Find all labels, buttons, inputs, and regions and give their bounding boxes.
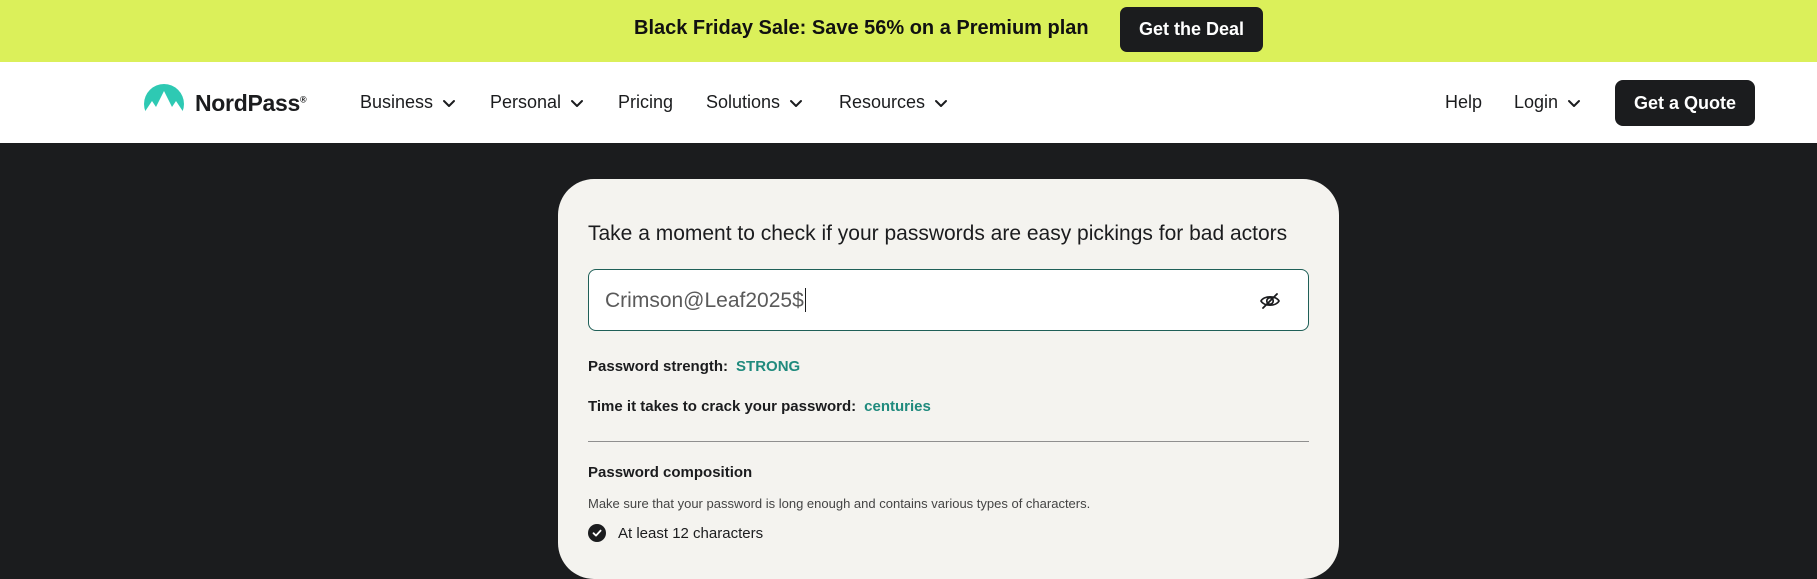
text-caret [804, 288, 806, 312]
divider [588, 441, 1309, 442]
criteria-label: At least 12 characters [618, 524, 764, 542]
chevron-down-icon [443, 99, 456, 107]
password-input[interactable]: Crimson@Leaf2025$ [588, 269, 1309, 331]
nav-pricing-label: Pricing [618, 92, 674, 112]
nav-solutions[interactable]: Solutions [706, 92, 803, 113]
crack-time-value: centuries [864, 398, 931, 415]
promo-banner: Black Friday Sale: Save 56% on a Premium… [0, 0, 1817, 62]
crack-time-label: Time it takes to crack your password: [588, 398, 857, 415]
get-the-deal-button[interactable]: Get the Deal [1120, 7, 1263, 52]
composition-title: Password composition [588, 464, 753, 481]
chevron-down-icon [935, 99, 948, 107]
nav-business[interactable]: Business [360, 92, 456, 113]
criteria-item: At least 12 characters [588, 524, 763, 542]
nav-resources-label: Resources [839, 92, 926, 112]
brand-name: NordPass® [195, 89, 307, 116]
nav-business-label: Business [360, 92, 434, 112]
strength-value: STRONG [736, 358, 801, 375]
nav-pricing[interactable]: Pricing [618, 92, 673, 113]
check-circle-icon [588, 524, 606, 542]
strength-row: Password strength: STRONG [588, 358, 800, 375]
nav-help[interactable]: Help [1445, 92, 1482, 113]
top-navigation: NordPass® Business Personal Pricing Solu… [0, 62, 1817, 143]
nav-resources[interactable]: Resources [839, 92, 948, 113]
nav-help-label: Help [1445, 92, 1483, 112]
get-a-quote-button[interactable]: Get a Quote [1615, 80, 1755, 126]
nav-personal[interactable]: Personal [490, 92, 584, 113]
nordpass-logo-icon [141, 83, 187, 123]
chevron-down-icon [1568, 99, 1581, 107]
nav-login-label: Login [1514, 92, 1559, 112]
chevron-down-icon [790, 99, 803, 107]
nav-login[interactable]: Login [1514, 92, 1581, 113]
crack-time-row: Time it takes to crack your password: cen… [588, 398, 931, 415]
eye-slash-icon[interactable] [1259, 290, 1281, 312]
strength-label: Password strength: [588, 358, 729, 375]
nav-solutions-label: Solutions [706, 92, 781, 112]
promo-text: Black Friday Sale: Save 56% on a Premium… [634, 17, 1089, 39]
password-checker-card: Take a moment to check if your passwords… [558, 179, 1339, 579]
password-value[interactable]: Crimson@Leaf2025$ [605, 288, 806, 313]
nav-personal-label: Personal [490, 92, 562, 112]
composition-description: Make sure that your password is long eno… [588, 496, 1091, 511]
brand-logo[interactable]: NordPass® [141, 82, 307, 124]
chevron-down-icon [571, 99, 584, 107]
checker-heading: Take a moment to check if your passwords… [588, 222, 1288, 245]
